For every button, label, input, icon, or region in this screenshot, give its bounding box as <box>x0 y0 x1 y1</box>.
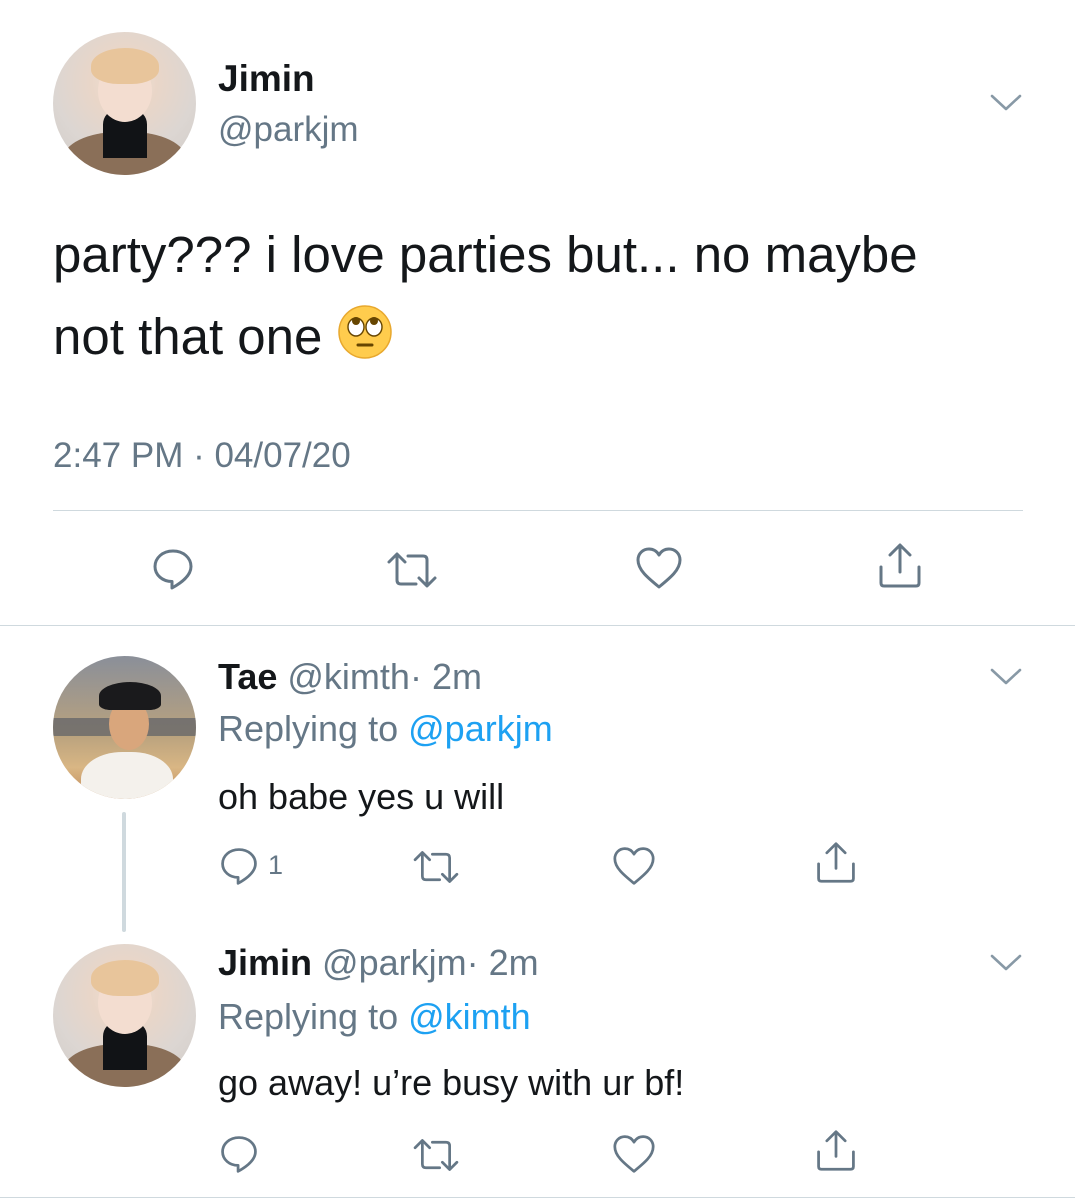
replying-to: Replying to @parkjm <box>218 708 553 750</box>
mention-link[interactable]: @parkjm <box>408 708 553 749</box>
author-handle[interactable]: @parkjm <box>322 942 467 983</box>
reply-time: · 2m <box>466 942 539 983</box>
tweet-text: party??? i love parties but... no maybe … <box>53 214 1043 384</box>
author-name[interactable]: Jimin <box>218 58 315 100</box>
chevron-down-icon[interactable] <box>988 662 1024 690</box>
like-icon[interactable] <box>611 845 657 887</box>
retweet-icon[interactable] <box>412 1135 460 1175</box>
author-handle[interactable]: @parkjm <box>218 110 359 150</box>
share-icon[interactable] <box>876 541 924 589</box>
reply-count: 1 <box>268 850 284 880</box>
replying-to-label: Replying to <box>218 708 399 749</box>
tweet-text-line-2: not that one <box>53 296 1043 384</box>
mention-link[interactable]: @kimth <box>408 996 531 1037</box>
thread-line <box>122 812 126 932</box>
reply-header: Jimin @parkjm· 2m <box>218 942 539 984</box>
reply-icon[interactable] <box>218 1133 260 1175</box>
face-with-rolling-eyes-emoji <box>337 302 393 384</box>
retweet-icon[interactable] <box>412 847 460 887</box>
avatar[interactable] <box>53 32 196 175</box>
divider <box>53 510 1023 511</box>
reply-icon[interactable] <box>150 546 196 592</box>
reply-time: · 2m <box>409 656 482 697</box>
author-name[interactable]: Tae <box>218 656 277 697</box>
divider <box>0 1197 1075 1198</box>
reply-text: oh babe yes u will <box>218 776 505 817</box>
replying-to-label: Replying to <box>218 996 399 1037</box>
avatar[interactable] <box>53 656 196 799</box>
tweet-text-line-1: party??? i love parties but... no maybe <box>53 226 918 283</box>
reply-text: go away! u’re busy with ur bf! <box>218 1062 685 1103</box>
replying-to: Replying to @kimth <box>218 996 531 1038</box>
chevron-down-icon[interactable] <box>988 88 1024 116</box>
reply-header: Tae @kimth· 2m <box>218 656 482 698</box>
tweet-timestamp[interactable]: 2:47 PM · 04/07/20 <box>53 436 351 476</box>
author-handle[interactable]: @kimth <box>287 656 410 697</box>
retweet-icon[interactable] <box>386 548 438 592</box>
share-icon[interactable] <box>814 840 858 884</box>
author-name[interactable]: Jimin <box>218 942 312 983</box>
reply-icon[interactable] <box>218 845 260 887</box>
chevron-down-icon[interactable] <box>988 948 1024 976</box>
divider <box>0 625 1075 626</box>
like-icon[interactable] <box>634 545 684 591</box>
avatar[interactable] <box>53 944 196 1087</box>
share-icon[interactable] <box>814 1128 858 1172</box>
like-icon[interactable] <box>611 1133 657 1175</box>
tweet-text-line-2-text: not that one <box>53 308 323 365</box>
